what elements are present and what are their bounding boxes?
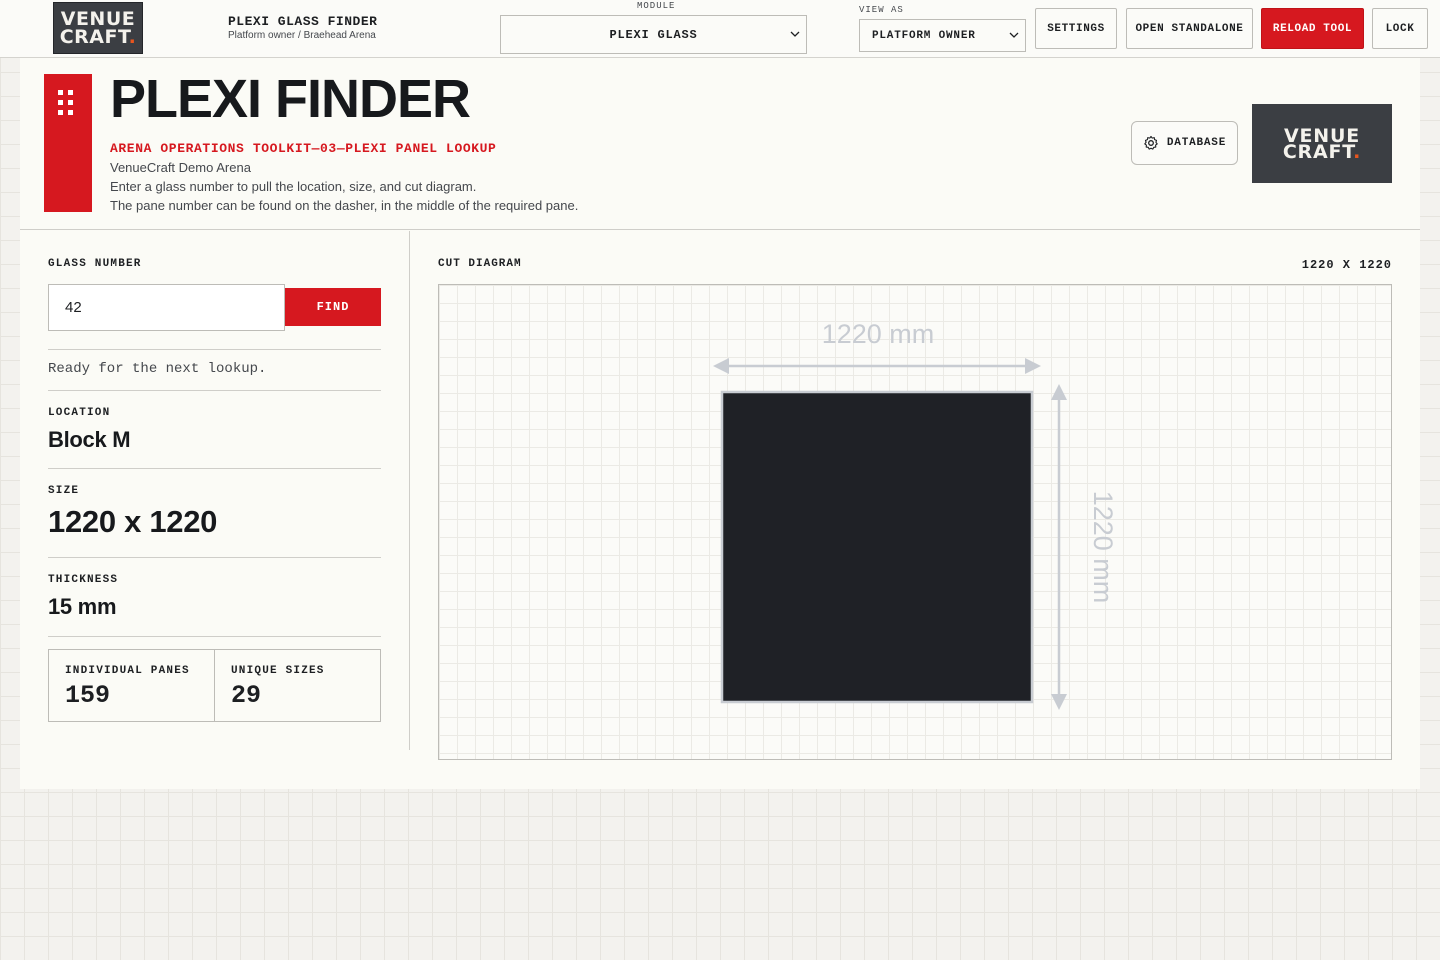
arrow-left-icon: [713, 358, 729, 374]
divider: [48, 390, 381, 391]
divider: [48, 557, 381, 558]
thickness-label: THICKNESS: [48, 574, 119, 586]
cut-diagram: 1220 mm 1220 mm: [438, 284, 1392, 760]
arrow-up-icon: [1051, 384, 1067, 400]
height-dimension-label: 1220 mm: [1088, 491, 1118, 604]
app-title: PLEXI GLASS FINDER: [228, 14, 378, 29]
settings-button[interactable]: SETTINGS: [1035, 8, 1117, 49]
individual-panes-value: 159: [65, 681, 111, 710]
size-label: SIZE: [48, 485, 80, 497]
gear-icon: [1144, 135, 1158, 150]
plexi-finder-panel: PLEXI FINDER ARENA OPERATIONS TOOLKIT—03…: [20, 58, 1420, 789]
view-as-label: VIEW AS: [859, 5, 904, 15]
location-label: LOCATION: [48, 407, 111, 419]
glass-number-input[interactable]: [48, 284, 285, 331]
open-standalone-button[interactable]: OPEN STANDALONE: [1126, 8, 1253, 49]
venuecraft-logo-large: VENUE CRAFT.: [1252, 104, 1392, 183]
cut-diagram-size: 1220 X 1220: [1301, 258, 1392, 272]
individual-panes-label: INDIVIDUAL PANES: [65, 665, 190, 677]
arrow-down-icon: [1051, 694, 1067, 710]
page-header: PLEXI FINDER ARENA OPERATIONS TOOLKIT—03…: [20, 58, 1420, 230]
database-button[interactable]: DATABASE: [1131, 121, 1238, 165]
description-line-2: The pane number can be found on the dash…: [110, 198, 579, 213]
cut-diagram-svg: 1220 mm 1220 mm: [713, 319, 1118, 710]
width-dimension-label: 1220 mm: [822, 319, 935, 349]
location-value: Block M: [48, 427, 131, 452]
individual-panes-stat: INDIVIDUAL PANES 159: [49, 650, 215, 721]
stats-box: INDIVIDUAL PANES 159 UNIQUE SIZES 29: [48, 649, 381, 722]
reload-tool-button[interactable]: RELOAD TOOL: [1261, 8, 1364, 49]
chevron-down-icon: [790, 31, 800, 37]
unique-sizes-value: 29: [231, 681, 262, 710]
divider: [48, 636, 381, 637]
status-message: Ready for the next lookup.: [48, 361, 267, 377]
divider: [48, 468, 381, 469]
glass-number-label: GLASS NUMBER: [48, 258, 142, 270]
database-button-label: DATABASE: [1166, 137, 1227, 149]
view-as-select[interactable]: PLATFORM OWNER: [859, 19, 1026, 52]
column-divider: [409, 231, 410, 750]
divider: [48, 349, 381, 350]
grid-icon: [56, 88, 76, 118]
page-title: PLEXI FINDER: [110, 69, 471, 129]
unique-sizes-stat: UNIQUE SIZES 29: [215, 650, 380, 721]
thickness-value: 15 mm: [48, 594, 117, 619]
view-as-select-value: PLATFORM OWNER: [872, 29, 976, 42]
top-bar: VENUE CRAFT. PLEXI GLASS FINDER Platform…: [0, 0, 1440, 58]
chevron-down-icon: [1009, 32, 1019, 38]
logo-line-2: CRAFT.: [59, 26, 137, 48]
glass-pane: [720, 390, 1034, 704]
toolkit-kicker: ARENA OPERATIONS TOOLKIT—03—PLEXI PANEL …: [110, 141, 497, 156]
accent-bar: [44, 74, 92, 212]
module-label: MODULE: [637, 1, 676, 11]
unique-sizes-label: UNIQUE SIZES: [231, 665, 325, 677]
find-button[interactable]: FIND: [285, 288, 381, 326]
app-subtitle: Platform owner / Braehead Arena: [228, 30, 376, 41]
venuecraft-logo[interactable]: VENUE CRAFT.: [53, 2, 143, 54]
cut-diagram-label: CUT DIAGRAM: [438, 258, 522, 270]
organization-name: VenueCraft Demo Arena: [110, 160, 251, 175]
arrow-right-icon: [1025, 358, 1041, 374]
description-line-1: Enter a glass number to pull the locatio…: [110, 179, 477, 194]
module-select-value: PLEXI GLASS: [609, 27, 698, 42]
lock-button[interactable]: LOCK: [1372, 8, 1428, 49]
size-value: 1220 x 1220: [48, 504, 218, 539]
module-select[interactable]: PLEXI GLASS: [500, 15, 807, 54]
logo-line-2: CRAFT.: [1282, 140, 1362, 163]
